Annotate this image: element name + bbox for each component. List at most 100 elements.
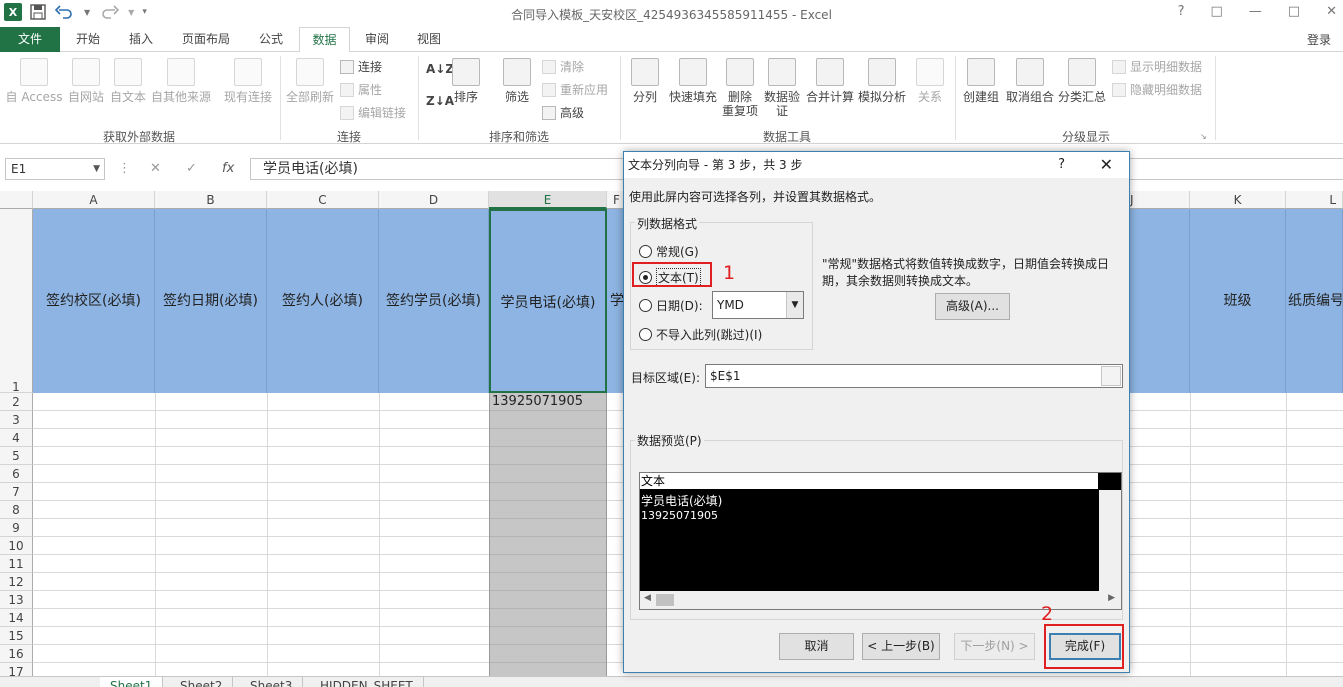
tab-page-layout[interactable]: 页面布局: [172, 27, 240, 52]
existing-connections-button[interactable]: 现有连接: [222, 58, 274, 104]
radio-general-indicator[interactable]: [639, 245, 652, 258]
sheet-tab-hidden[interactable]: HIDDEN_SHEET: [310, 677, 424, 687]
row-header-9[interactable]: 9: [0, 519, 33, 537]
scroll-right-icon[interactable]: ▶: [1108, 593, 1115, 603]
range-picker-icon[interactable]: [1101, 366, 1121, 386]
scroll-left-icon[interactable]: ◀: [644, 593, 651, 603]
sheet-tab-sheet2[interactable]: Sheet2: [170, 677, 234, 687]
column-header-a[interactable]: A: [33, 191, 155, 209]
radio-skip-column[interactable]: 不导入此列(跳过)(I): [639, 326, 762, 343]
sheet-tab-sheet3[interactable]: Sheet3: [240, 677, 304, 687]
column-header-k[interactable]: K: [1190, 191, 1286, 209]
close-window-button[interactable]: ✕: [1326, 4, 1337, 19]
row-header-5[interactable]: 5: [0, 447, 33, 465]
preview-column-header[interactable]: 文本: [640, 473, 1098, 490]
tab-view[interactable]: 视图: [406, 27, 452, 52]
cancel-entry-icon[interactable]: ✕: [150, 161, 161, 176]
name-box-dropdown-icon[interactable]: ▼: [93, 159, 100, 179]
consolidate-button[interactable]: 合并计算: [804, 58, 856, 104]
row-header-4[interactable]: 4: [0, 429, 33, 447]
refresh-all-button[interactable]: 全部刷新: [284, 58, 336, 104]
chevron-down-icon[interactable]: ▼: [786, 292, 803, 318]
row-header-3[interactable]: 3: [0, 411, 33, 429]
row-header-17[interactable]: 17: [0, 663, 33, 676]
radio-date-indicator[interactable]: [639, 299, 652, 312]
row-header-14[interactable]: 14: [0, 609, 33, 627]
row-header-2[interactable]: 2: [0, 393, 33, 411]
relationships-button[interactable]: 关系: [912, 58, 948, 104]
advanced-filter-button[interactable]: 高级: [542, 104, 584, 121]
row-header-6[interactable]: 6: [0, 465, 33, 483]
row-header-13[interactable]: 13: [0, 591, 33, 609]
next-button[interactable]: 下一步(N) >: [954, 633, 1035, 660]
row-header-12[interactable]: 12: [0, 573, 33, 591]
cell-b1[interactable]: 签约日期(必填): [155, 209, 267, 393]
ribbon-display-button[interactable]: □: [1211, 4, 1223, 19]
help-button[interactable]: ?: [1178, 4, 1185, 19]
cell-k1[interactable]: 班级: [1190, 209, 1286, 393]
date-format-select[interactable]: YMD ▼: [712, 291, 804, 319]
preview-vertical-scrollbar[interactable]: [1099, 490, 1121, 593]
row-header-10[interactable]: 10: [0, 537, 33, 555]
tab-insert[interactable]: 插入: [117, 27, 165, 52]
connections-button[interactable]: 连接: [340, 58, 382, 75]
data-preview-pane[interactable]: 文本 学员电话(必填) 13925071905 ◀ ▶: [639, 472, 1122, 610]
cell-e1[interactable]: 学员电话(必填): [489, 209, 607, 393]
sort-button[interactable]: 排序: [450, 58, 482, 104]
text-to-columns-button[interactable]: 分列: [628, 58, 662, 104]
row-header-1[interactable]: 1: [0, 209, 33, 394]
remove-duplicates-button[interactable]: 删除 重复项: [720, 58, 760, 118]
row-header-7[interactable]: 7: [0, 483, 33, 501]
sheet-tab-sheet1[interactable]: Sheet1: [100, 677, 164, 687]
from-text-button[interactable]: 自文本: [106, 58, 150, 104]
column-header-l[interactable]: L: [1286, 191, 1343, 209]
from-web-button[interactable]: 自网站: [64, 58, 108, 104]
radio-skip-indicator[interactable]: [639, 328, 652, 341]
from-other-sources-button[interactable]: 自其他来源: [150, 58, 212, 104]
selected-column-e[interactable]: [489, 393, 607, 676]
destination-input[interactable]: $E$1: [705, 364, 1123, 388]
tab-review[interactable]: 审阅: [354, 27, 400, 52]
scroll-thumb[interactable]: [656, 594, 674, 606]
radio-general[interactable]: 常规(G): [639, 243, 699, 260]
row-header-15[interactable]: 15: [0, 627, 33, 645]
group-button[interactable]: 创建组: [960, 58, 1002, 104]
tab-formulas[interactable]: 公式: [246, 27, 296, 52]
row-header-16[interactable]: 16: [0, 645, 33, 663]
tab-data[interactable]: 数据: [299, 27, 350, 53]
data-validation-button[interactable]: 数据验 证: [762, 58, 802, 118]
insert-function-icon[interactable]: fx: [222, 161, 234, 176]
advanced-button[interactable]: 高级(A)...: [935, 293, 1010, 320]
column-header-d[interactable]: D: [379, 191, 489, 209]
cell-c1[interactable]: 签约人(必填): [267, 209, 379, 393]
cell-a1[interactable]: 签约校区(必填): [33, 209, 155, 393]
login-link[interactable]: 登录: [1307, 31, 1331, 48]
column-header-e[interactable]: E: [489, 191, 607, 209]
filter-button[interactable]: 筛选: [500, 58, 534, 104]
column-header-j[interactable]: J: [1130, 191, 1190, 209]
minimize-button[interactable]: —: [1249, 4, 1262, 19]
subtotal-button[interactable]: 分类汇总: [1056, 58, 1108, 104]
tab-file[interactable]: 文件: [0, 27, 60, 52]
row-header-8[interactable]: 8: [0, 501, 33, 519]
confirm-entry-icon[interactable]: ✓: [186, 161, 197, 176]
show-detail-button[interactable]: 显示明细数据: [1112, 58, 1202, 75]
maximize-button[interactable]: □: [1288, 4, 1300, 19]
outline-dialog-launcher-icon[interactable]: ↘: [1200, 132, 1207, 141]
cell-j1[interactable]: [1130, 209, 1190, 393]
column-header-b[interactable]: B: [155, 191, 267, 209]
from-access-button[interactable]: 自 Access: [4, 58, 64, 104]
dialog-help-button[interactable]: ?: [1058, 157, 1065, 172]
ungroup-button[interactable]: 取消组合: [1004, 58, 1056, 104]
clear-filter-button[interactable]: 清除: [542, 58, 584, 75]
edit-links-button[interactable]: 编辑链接: [340, 104, 406, 121]
cell-l1[interactable]: 纸质编号: [1286, 209, 1343, 393]
dialog-close-button[interactable]: ✕: [1100, 155, 1113, 174]
what-if-analysis-button[interactable]: 模拟分析: [856, 58, 908, 104]
cell-d1[interactable]: 签约学员(必填): [379, 209, 489, 393]
properties-button[interactable]: 属性: [340, 81, 382, 98]
column-header-c[interactable]: C: [267, 191, 379, 209]
flash-fill-button[interactable]: 快速填充: [666, 58, 720, 104]
radio-date[interactable]: 日期(D):: [639, 297, 703, 314]
name-box[interactable]: E1 ▼: [5, 158, 105, 180]
